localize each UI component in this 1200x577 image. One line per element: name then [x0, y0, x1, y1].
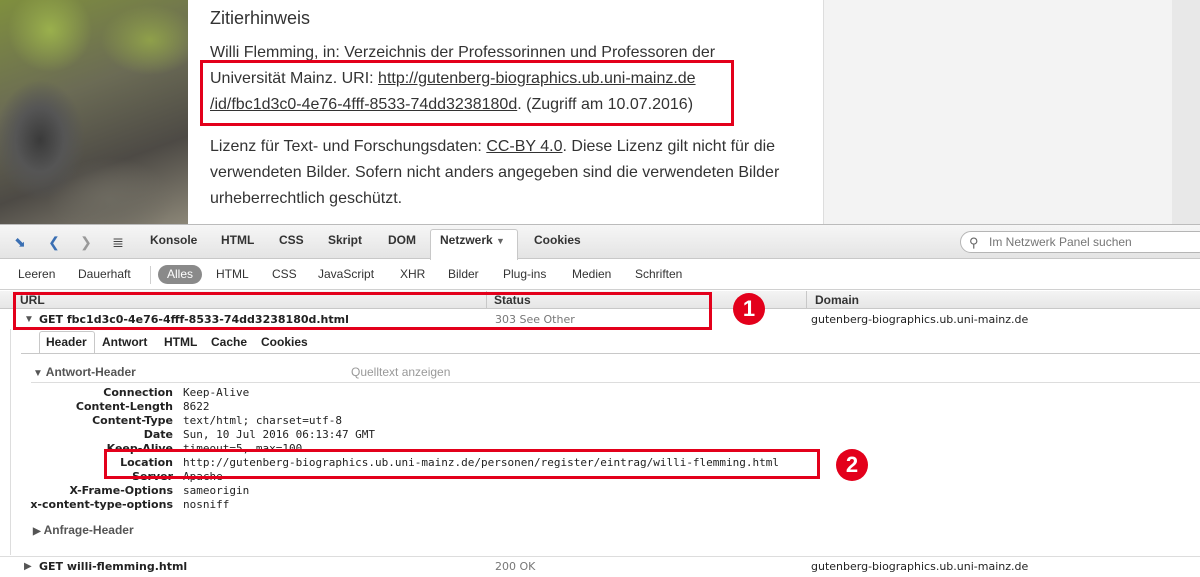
filter-css[interactable]: CSS	[272, 267, 297, 281]
search-icon: ⚲	[969, 235, 979, 250]
expanded-triangle-icon: ▼	[33, 368, 43, 379]
detail-tabs: Header Antwort HTML Cache Cookies	[11, 329, 1200, 354]
header-row: Content-Type text/html; charset=utf-8	[11, 414, 1200, 428]
tab-dom[interactable]: DOM	[388, 233, 416, 247]
license-line3: urheberrechtlich geschützt.	[210, 190, 403, 207]
header-key: Date	[143, 428, 173, 441]
detail-tab-cookies[interactable]: Cookies	[261, 335, 308, 349]
back-arrow-icon[interactable]: ❮	[44, 233, 64, 251]
header-value: 8622	[183, 400, 210, 413]
request-headers-title: Anfrage-Header	[43, 523, 134, 537]
header-key: Connection	[103, 386, 173, 399]
header-value: nosniff	[183, 498, 230, 511]
header-key: Content-Length	[75, 400, 173, 413]
response-headers-toggle[interactable]: ▼ Antwort-Header	[33, 365, 136, 379]
highlight-box-citation	[200, 60, 734, 126]
highlight-box-location	[104, 449, 820, 479]
tab-css[interactable]: CSS	[279, 233, 304, 247]
header-key: X-Frame-Options	[69, 484, 174, 497]
request-domain: gutenberg-biographics.ub.uni-mainz.de	[811, 313, 1029, 326]
header-row: Content-Length 8622	[11, 400, 1200, 414]
license-link[interactable]: CC-BY 4.0	[486, 138, 562, 155]
header-value: text/html; charset=utf-8	[183, 414, 342, 427]
web-page-area: Zitierhinweis Willi Flemming, in: Verzei…	[0, 0, 1200, 224]
filter-images[interactable]: Bilder	[448, 267, 479, 281]
request-row-2[interactable]: ▶ GET willi-flemming.html 200 OK gutenbe…	[0, 556, 1200, 576]
article-content: Zitierhinweis Willi Flemming, in: Verzei…	[188, 0, 824, 224]
tab-konsole[interactable]: Konsole	[150, 233, 197, 247]
tab-html[interactable]: HTML	[221, 233, 254, 247]
filter-javascript[interactable]: JavaScript	[318, 267, 374, 281]
portrait-photo	[0, 0, 188, 224]
forward-arrow-icon[interactable]: ❯	[76, 233, 96, 251]
request-domain: gutenberg-biographics.ub.uni-mainz.de	[811, 560, 1029, 573]
filter-bar: Leeren Dauerhaft Alles HTML CSS JavaScri…	[0, 260, 1200, 290]
annotation-badge-2: 2	[836, 449, 868, 481]
license-suffix: . Diese Lizenz gilt nicht für die	[562, 138, 776, 155]
filter-media[interactable]: Medien	[572, 267, 611, 281]
view-source-link[interactable]: Quelltext anzeigen	[351, 365, 450, 379]
detail-tab-header[interactable]: Header	[46, 335, 87, 349]
request-status: 200 OK	[495, 560, 536, 573]
detail-tab-cache[interactable]: Cache	[211, 335, 247, 349]
header-key: x-content-type-options	[30, 498, 173, 511]
header-value: Keep-Alive	[183, 386, 250, 399]
detail-tab-response[interactable]: Antwort	[102, 335, 147, 349]
filter-all[interactable]: Alles	[158, 265, 202, 284]
devtools-panel: ⬊ ❮ ❯ ≣ Konsole HTML CSS Skript DOM Netz…	[0, 224, 1200, 577]
request-name: GET willi-flemming.html	[39, 560, 188, 573]
inspect-icon[interactable]: ⬊	[10, 233, 30, 251]
network-search-input[interactable]	[989, 235, 1189, 249]
network-search-box[interactable]: ⚲	[960, 231, 1200, 253]
column-separator	[806, 291, 807, 309]
chevron-down-icon: ▼	[496, 236, 505, 246]
filter-fonts[interactable]: Schriften	[635, 267, 682, 281]
collapsed-triangle-icon: ▶	[33, 526, 41, 537]
tab-netzwerk[interactable]: Netzwerk ▼	[440, 233, 505, 247]
header-value: Sun, 10 Jul 2016 06:13:47 GMT	[183, 428, 376, 441]
header-row: Connection Keep-Alive	[11, 386, 1200, 400]
page-scroll-strip	[1172, 0, 1200, 224]
header-row: Date Sun, 10 Jul 2016 06:13:47 GMT	[11, 428, 1200, 442]
detail-tabs-divider	[21, 353, 1200, 354]
license-line1: Lizenz für Text- und Forschungsdaten: CC…	[210, 134, 802, 160]
devtools-toolbar: ⬊ ❮ ❯ ≣ Konsole HTML CSS Skript DOM Netz…	[0, 225, 1200, 260]
header-row: X-Frame-Options sameorigin	[11, 484, 1200, 498]
annotation-badge-1: 1	[733, 293, 765, 325]
highlight-box-request	[13, 292, 712, 330]
section-divider	[31, 382, 1200, 383]
persist-button[interactable]: Dauerhaft	[78, 267, 131, 281]
tab-netzwerk-label: Netzwerk	[440, 233, 493, 247]
filter-xhr[interactable]: XHR	[400, 267, 425, 281]
license-line2: verwendeten Bilder. Sofern nicht anders …	[210, 164, 780, 181]
request-headers-toggle[interactable]: ▶ Anfrage-Header	[33, 523, 134, 537]
response-headers-title: Antwort-Header	[45, 365, 136, 379]
command-line-icon[interactable]: ≣	[108, 233, 128, 251]
filter-separator	[150, 266, 151, 284]
collapsed-triangle-icon[interactable]: ▶	[24, 561, 32, 572]
column-domain[interactable]: Domain	[815, 293, 859, 307]
filter-html[interactable]: HTML	[216, 267, 249, 281]
header-key: Content-Type	[92, 414, 173, 427]
tab-cookies[interactable]: Cookies	[534, 233, 581, 247]
header-value: sameorigin	[183, 484, 250, 497]
tab-skript[interactable]: Skript	[328, 233, 362, 247]
license-prefix: Lizenz für Text- und Forschungsdaten:	[210, 138, 487, 155]
filter-plugins[interactable]: Plug-ins	[503, 267, 546, 281]
header-row: x-content-type-options nosniff	[11, 498, 1200, 512]
detail-tab-html[interactable]: HTML	[164, 335, 197, 349]
clear-button[interactable]: Leeren	[18, 267, 55, 281]
request-detail: Header Antwort HTML Cache Cookies ▼ Antw…	[10, 329, 1200, 555]
citation-heading: Zitierhinweis	[210, 8, 311, 28]
